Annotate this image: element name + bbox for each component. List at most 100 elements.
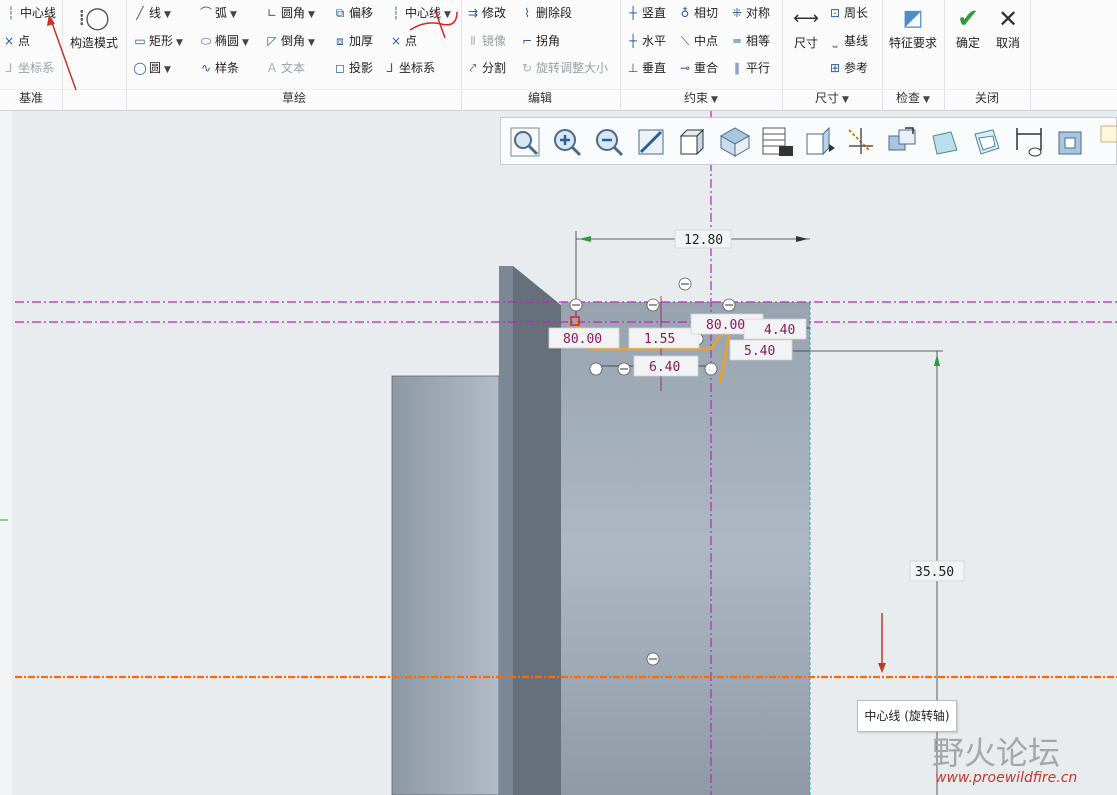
rotate-resize-icon: ↻	[521, 61, 533, 75]
mirror-icon: ⫴	[470, 34, 476, 48]
chevron-down-icon: ▼	[308, 10, 315, 20]
dimension-button[interactable]: ⟷ 尺寸	[786, 4, 826, 51]
coordsys-icon: ⅃	[386, 61, 394, 75]
chevron-down-icon: ▼	[164, 65, 171, 75]
corner-button[interactable]: ⌐ 拐角	[520, 30, 560, 52]
saved-orientations-button[interactable]	[675, 124, 711, 160]
constraint-display-button[interactable]	[1053, 124, 1089, 160]
parallel-constraint-button[interactable]: ∥ 平行	[730, 57, 770, 79]
model-flange-face	[499, 266, 513, 795]
midpoint-icon: ⟍	[680, 34, 690, 48]
project-button[interactable]: ◻ 投影	[333, 57, 373, 79]
perpendicular-constraint-button[interactable]: ⊥ 垂直	[626, 57, 666, 79]
dim-value-top[interactable]: 12.80	[684, 233, 723, 248]
vertical-constraint-button[interactable]: ┼ 竖直	[626, 2, 666, 24]
toolbar-overflow[interactable]	[1097, 124, 1117, 160]
ok-button[interactable]: ✔ 确定	[950, 4, 986, 51]
ribbon-title-divider	[0, 89, 1117, 90]
dim-arrow	[579, 236, 591, 242]
dimension-display-icon	[1016, 128, 1042, 157]
zoom-out-button[interactable]	[591, 124, 627, 160]
dim-value-angle-right[interactable]: 80.00	[706, 318, 745, 333]
chevron-down-icon: ▼	[842, 95, 849, 105]
group-constrain: ┼ 竖直 ♁ 相切 ⁜ 对称 ┼ 水平 ⟍ 中点 ═ 相等 ⊥ 垂直 ⊸ 重合 ∥ 平行 约束 ▼	[620, 0, 783, 110]
group-edit: ⇉ 修改 ⌇ 删除段 ⫴ 镜像 ⌐ 拐角 ⤤ 分割 ↻ 旋转调整大小 编辑	[460, 0, 621, 110]
dim-value-right1[interactable]: 4.40	[764, 323, 795, 338]
horizontal-constraint-button[interactable]: ┼ 水平	[626, 30, 666, 52]
cancel-button[interactable]: ✕ 取消	[990, 4, 1026, 51]
spline-button[interactable]: ∿ 样条	[199, 57, 239, 79]
centerline-icon: ┆	[7, 6, 15, 20]
symmetric-constraint-button[interactable]: ⁜ 对称	[730, 2, 770, 24]
baseline-button[interactable]: ⎵ 基线	[828, 30, 868, 52]
model-left-block	[391, 375, 500, 795]
delete-segment-icon: ⌇	[524, 6, 530, 20]
repaint-icon	[638, 129, 664, 155]
display-style-button[interactable]	[717, 124, 753, 160]
offset-button[interactable]: ⧉ 偏移	[333, 2, 373, 24]
arc-button[interactable]: ⌒ 弧 ▼	[199, 2, 237, 24]
hidden-line-button[interactable]	[969, 124, 1005, 160]
perimeter-icon: ⊡	[829, 6, 841, 20]
rotate-resize-button[interactable]: ↻ 旋转调整大小	[520, 57, 608, 79]
fillet-button[interactable]: ∟ 圆角 ▼	[265, 2, 315, 24]
datum-display-icon	[848, 128, 873, 154]
group-title-dimension[interactable]: 尺寸 ▼	[782, 89, 882, 106]
sketch-graphics[interactable]: 12.80 80.00 1.55 80.00 4.40 5.40 6.40 35…	[0, 111, 1117, 795]
reference-icon: ⊞	[829, 61, 841, 75]
group-close: ✔ 确定 ✕ 取消 关闭	[944, 0, 1031, 110]
mirror-button[interactable]: ⫴ 镜像	[466, 30, 506, 52]
annotation-overlay	[47, 14, 77, 91]
datum-display-button[interactable]	[843, 124, 879, 160]
annotation-scribble	[409, 9, 458, 39]
annotation-display-button[interactable]	[885, 124, 921, 160]
repaint-button[interactable]	[633, 124, 669, 160]
sketch-orientation-button[interactable]	[801, 124, 837, 160]
horizontal-icon: ┼	[629, 34, 637, 48]
dimension-display-button[interactable]	[1011, 124, 1047, 160]
equal-constraint-button[interactable]: ═ 相等	[730, 30, 770, 52]
group-inspect: ◩ 特征要求 检查 ▼	[882, 0, 945, 110]
dim-value-small[interactable]: 1.55	[644, 332, 675, 347]
datum-point-button[interactable]: × 点	[2, 30, 30, 52]
close-icon: ✕	[997, 5, 1019, 33]
vertical-icon: ┼	[629, 6, 637, 20]
symmetric-icon: ⁜	[731, 6, 743, 20]
point-icon: ×	[390, 34, 402, 48]
text-button[interactable]: A 文本	[265, 57, 305, 79]
chamfer-button[interactable]: ◸ 倒角 ▼	[265, 30, 315, 52]
group-dimension: ⟷ 尺寸 ⊡ 周长 ⎵ 基线 ⊞ 参考 尺寸 ▼	[782, 0, 883, 110]
ellipse-icon: ⬭	[200, 34, 212, 48]
offset-icon: ⧉	[335, 6, 345, 20]
dim-value-height[interactable]: 35.50	[915, 565, 954, 580]
dim-arrow	[934, 354, 940, 366]
tangent-icon: ♁	[680, 6, 690, 20]
group-title-inspect[interactable]: 检查 ▼	[882, 89, 944, 106]
reference-button[interactable]: ⊞ 参考	[828, 57, 868, 79]
ellipse-button[interactable]: ⬭ 椭圆 ▼	[199, 30, 249, 52]
chevron-down-icon: ▼	[164, 10, 171, 20]
delete-segment-button[interactable]: ⌇ 删除段	[520, 2, 572, 24]
dim-value-right2[interactable]: 5.40	[744, 344, 775, 359]
group-title-constrain[interactable]: 约束 ▼	[620, 89, 782, 106]
midpoint-constraint-button[interactable]: ⟍ 中点	[678, 30, 718, 52]
modify-button[interactable]: ⇉ 修改	[466, 2, 506, 24]
refit-button[interactable]	[507, 124, 543, 160]
feature-requirements-button[interactable]: ◩ 特征要求	[884, 4, 942, 51]
sketch-view-button[interactable]	[759, 124, 795, 160]
perimeter-button[interactable]: ⊡ 周长	[828, 2, 868, 24]
point-icon: ×	[3, 34, 15, 48]
thicken-button[interactable]: ⧈ 加厚	[333, 30, 373, 52]
overflow-icon	[1100, 125, 1117, 143]
dim-value-angle-left[interactable]: 80.00	[563, 332, 602, 347]
feature-requirements-icon: ◩	[902, 6, 924, 31]
zoom-in-button[interactable]	[549, 124, 585, 160]
tangent-constraint-button[interactable]: ♁ 相切	[678, 2, 718, 24]
thicken-icon: ⧈	[336, 34, 344, 48]
orient-icon	[806, 126, 835, 156]
divide-button[interactable]: ⤤ 分割	[466, 57, 506, 79]
sketch-coordsys-button[interactable]: ⅃ 坐标系	[383, 57, 435, 79]
coincident-constraint-button[interactable]: ⊸ 重合	[678, 57, 718, 79]
dim-value-bottom[interactable]: 6.40	[649, 360, 680, 375]
view-plane-button[interactable]	[927, 124, 963, 160]
